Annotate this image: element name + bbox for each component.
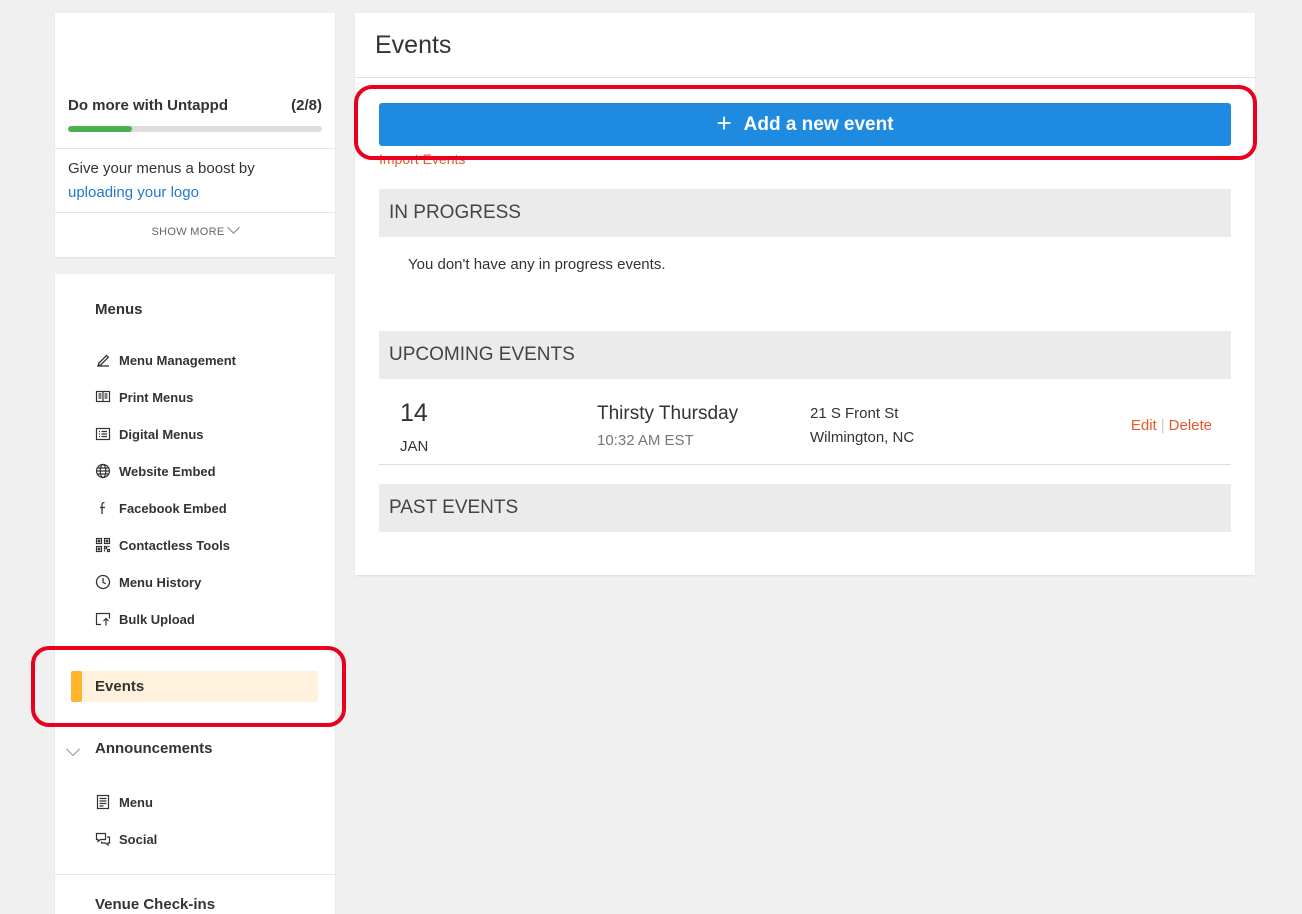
- divider: [55, 148, 335, 149]
- active-indicator: [71, 671, 82, 702]
- sidebar-item-label: Print Menus: [119, 389, 194, 405]
- list-screen-icon: [95, 426, 111, 442]
- past-events-heading: PAST EVENTS: [379, 484, 1231, 532]
- show-more-label: SHOW MORE: [151, 226, 225, 238]
- nav-section-announcements[interactable]: Announcements: [95, 740, 213, 757]
- separator: |: [1160, 417, 1165, 434]
- sidebar-item-label: Facebook Embed: [119, 500, 227, 516]
- menu-doc-icon: [95, 794, 111, 810]
- onboarding-progress-fill: [68, 126, 132, 132]
- onboarding-tip: Give your menus a boost by uploading you…: [68, 157, 322, 205]
- event-day: 14: [400, 399, 428, 427]
- event-time: 10:32 AM EST: [597, 432, 694, 449]
- onboarding-card: Do more with Untappd (2/8) Give your men…: [55, 13, 335, 257]
- onboarding-tip-text: Give your menus a boost by: [68, 160, 255, 177]
- sidebar-item-bulk-upload[interactable]: Bulk Upload: [95, 609, 195, 629]
- in-progress-empty-message: You don't have any in progress events.: [408, 256, 666, 273]
- sidebar-item-label: Contactless Tools: [119, 537, 231, 553]
- sidebar-item-contactless-tools[interactable]: Contactless Tools: [95, 535, 230, 555]
- divider: [55, 212, 335, 213]
- event-name: Thirsty Thursday: [597, 403, 739, 424]
- upcoming-events-heading: UPCOMING EVENTS: [379, 331, 1231, 379]
- event-row: 14 JAN Thirsty Thursday 10:32 AM EST 21 …: [379, 379, 1231, 465]
- sidebar-item-label: Menu History: [119, 574, 202, 590]
- event-month: JAN: [400, 438, 429, 455]
- import-events-link[interactable]: Import Events: [379, 151, 465, 167]
- sidebar-item-menu-history[interactable]: Menu History: [95, 572, 201, 592]
- onboarding-title: Do more with Untappd: [68, 97, 228, 114]
- facebook-icon: [95, 500, 111, 516]
- onboarding-count: (2/8): [291, 97, 322, 114]
- divider: [355, 77, 1255, 78]
- sidebar-item-announcement-social[interactable]: Social: [95, 829, 157, 849]
- sidebar-item-menu-management[interactable]: Menu Management: [95, 350, 236, 370]
- sidebar-item-label: Events: [95, 678, 145, 695]
- edit-event-link[interactable]: Edit: [1131, 417, 1157, 434]
- chevron-down-icon[interactable]: [65, 741, 81, 757]
- chevron-down-icon: [227, 221, 241, 234]
- sidebar-item-events[interactable]: Events: [71, 671, 318, 702]
- sidebar-item-digital-menus[interactable]: Digital Menus: [95, 424, 204, 444]
- sidebar-item-facebook-embed[interactable]: Facebook Embed: [95, 498, 227, 518]
- page-title: Events: [375, 31, 452, 59]
- chat-icon: [95, 831, 111, 847]
- in-progress-heading: IN PROGRESS: [379, 189, 1231, 237]
- event-actions: Edit | Delete: [1131, 417, 1212, 434]
- globe-icon: [95, 463, 111, 479]
- sidebar-item-label: Website Embed: [119, 463, 216, 479]
- divider: [55, 874, 335, 875]
- book-icon: [95, 389, 111, 405]
- nav-section-menus: Menus: [95, 301, 143, 318]
- sidebar-item-print-menus[interactable]: Print Menus: [95, 387, 193, 407]
- sidebar-item-label: Menu: [119, 794, 153, 810]
- plus-icon: +: [716, 108, 732, 138]
- nav-section-venue-checkins[interactable]: Venue Check-ins: [95, 896, 215, 913]
- sidebar-item-label: Social: [119, 831, 158, 847]
- sidebar-item-announcement-menu[interactable]: Menu: [95, 792, 153, 812]
- sidebar-nav: Menus Menu Management Print Menus Digita…: [55, 274, 335, 914]
- qr-code-icon: [95, 537, 111, 553]
- upload-icon: [95, 611, 111, 627]
- sidebar-item-website-embed[interactable]: Website Embed: [95, 461, 216, 481]
- pencil-icon: [95, 352, 111, 368]
- event-address-line2: Wilmington, NC: [810, 429, 915, 446]
- clock-icon: [95, 574, 111, 590]
- delete-event-link[interactable]: Delete: [1169, 417, 1212, 434]
- events-panel: Events + Add a new event Import Events I…: [355, 13, 1255, 575]
- sidebar-item-label: Menu Management: [119, 352, 237, 368]
- onboarding-header: Do more with Untappd (2/8): [68, 97, 322, 114]
- onboarding-progress-bar: [68, 126, 322, 132]
- show-more-button[interactable]: SHOW MORE: [55, 221, 335, 238]
- sidebar-item-label: Digital Menus: [119, 426, 204, 442]
- sidebar-item-label: Bulk Upload: [119, 611, 195, 627]
- upload-logo-link[interactable]: uploading your logo: [68, 184, 199, 201]
- event-address-line1: 21 S Front St: [810, 405, 899, 422]
- add-new-event-label: Add a new event: [743, 113, 894, 135]
- add-new-event-button[interactable]: + Add a new event: [379, 103, 1231, 146]
